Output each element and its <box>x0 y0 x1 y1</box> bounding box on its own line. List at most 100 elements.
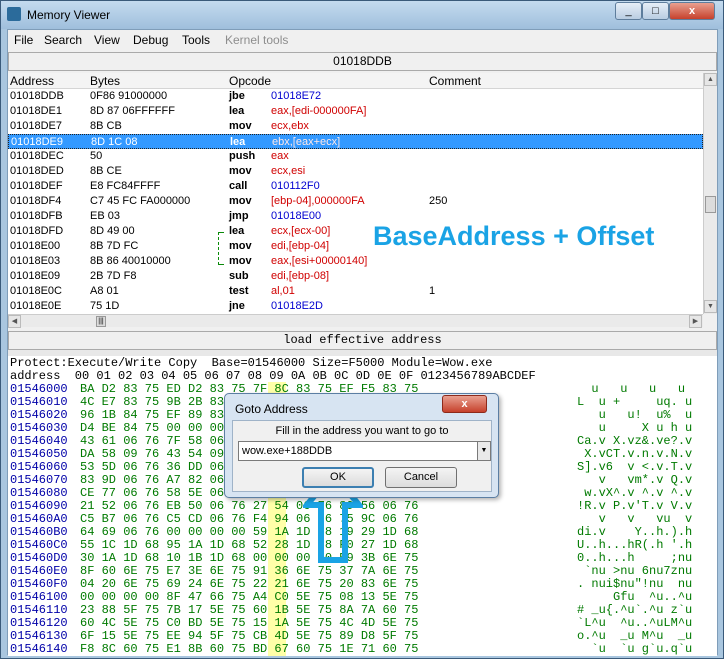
disassembly-list[interactable]: 01018DDB 0F86 91000000 jbe 01018E72 01018DE1… <box>8 89 703 314</box>
row-bytes: C7 45 FC FA000000 <box>90 195 191 207</box>
row-operands: ecx,[ecx-00] <box>271 225 331 237</box>
disasm-row[interactable]: 01018DF4 C7 45 FC FA000000 mov [ebp-04],000… <box>8 194 703 209</box>
scroll-down-icon[interactable]: ▼ <box>704 300 717 313</box>
disasm-row[interactable]: 01018DEC 50 push eax <box>8 149 703 164</box>
row-address: 01018DF4 <box>10 195 62 207</box>
row-operands: eax,[edi-000000FA] <box>271 105 367 117</box>
disasm-row[interactable]: 01018DEF E8 FC84FFFF call 010112F0 <box>8 179 703 194</box>
row-opcode: push <box>229 150 256 162</box>
row-operands: al,01 <box>271 285 295 297</box>
row-opcode: test <box>229 285 249 297</box>
row-opcode: mov <box>229 195 252 207</box>
dialog-close-button[interactable]: x <box>442 395 487 413</box>
hex-row-address: 01546140 <box>10 642 68 656</box>
disasm-row[interactable]: 01018DE1 8D 87 06FFFFFF lea eax,[edi-000000… <box>8 104 703 119</box>
disasm-row[interactable]: 01018DED 8B CE mov ecx,esi <box>8 164 703 179</box>
row-operands: eax,[esi+00000140] <box>271 255 368 267</box>
menu-debug[interactable]: Debug <box>133 33 168 47</box>
grip-icon: ||| <box>98 318 104 325</box>
row-opcode: mov <box>229 255 252 267</box>
row-address: 01018DED <box>10 165 64 177</box>
row-comment: 250 <box>429 195 448 207</box>
scroll-left-icon[interactable]: ◀ <box>8 315 21 328</box>
menu-bar: File Search View Debug Tools Kernel tool… <box>8 30 717 50</box>
row-operands: edi,[ebp-08] <box>271 270 330 282</box>
row-address: 01018DEC <box>10 150 64 162</box>
title-bar[interactable]: Memory Viewer _ □ x <box>1 1 723 29</box>
dialog-body: Fill in the address you want to go to wo… <box>232 420 492 492</box>
row-address: 01018DFB <box>10 210 63 222</box>
row-address: 01018E0C <box>10 285 62 297</box>
disasm-row[interactable]: 01018DE7 8B CB mov ecx,ebx <box>8 119 703 134</box>
row-opcode: sub <box>229 270 249 282</box>
dialog-title: Goto Address <box>235 402 308 416</box>
row-bytes: 8B 86 40010000 <box>90 255 171 267</box>
cancel-button[interactable]: Cancel <box>385 467 457 488</box>
disasm-row[interactable]: 01018E03 8B 86 40010000 mov eax,[esi+000001… <box>8 254 703 269</box>
row-address: 01018DE1 <box>10 105 62 117</box>
row-address: 01018E03 <box>10 255 61 267</box>
annotation-text: BaseAddress + Offset <box>373 221 655 251</box>
menu-file[interactable]: File <box>14 33 33 47</box>
row-bytes: A8 01 <box>90 285 119 297</box>
col-comment[interactable]: Comment <box>429 74 481 88</box>
app-icon <box>7 7 21 21</box>
dropdown-arrow-icon[interactable]: ▼ <box>477 441 491 461</box>
scroll-thumb[interactable] <box>705 196 716 213</box>
row-operands: ebx,[eax+ecx] <box>272 136 341 148</box>
disasm-row[interactable]: 01018E0C A8 01 test al,01 1 <box>8 284 703 299</box>
scroll-up-icon[interactable]: ▲ <box>704 73 717 86</box>
col-bytes[interactable]: Bytes <box>90 74 120 88</box>
current-address-bar: 01018DDB <box>8 52 717 71</box>
row-bytes: 8D 87 06FFFFFF <box>90 105 175 117</box>
row-operands: edi,[ebp-04] <box>271 240 330 252</box>
row-operands: 01018E00 <box>271 210 322 222</box>
disasm-horizontal-scrollbar[interactable]: ◀ ||| ▶ <box>8 314 703 328</box>
disasm-row[interactable]: 01018E0E 75 1D jne 01018E2D <box>8 299 703 314</box>
minimize-button[interactable]: _ <box>615 2 642 20</box>
row-address: 01018DEF <box>10 180 63 192</box>
goto-address-dialog: Goto Address x Fill in the address you w… <box>224 393 499 498</box>
menu-kernel-tools[interactable]: Kernel tools <box>225 33 288 47</box>
col-opcode[interactable]: Opcode <box>229 74 271 88</box>
row-operands: 010112F0 <box>271 180 320 192</box>
hex-row-ascii: `u `u g`u.q`u <box>577 642 693 656</box>
row-opcode: mov <box>229 240 252 252</box>
row-bytes: 8D 1C 08 <box>91 136 138 148</box>
row-address: 01018DDB <box>10 90 64 102</box>
row-bytes: 0F86 91000000 <box>90 90 168 102</box>
row-operands: ecx,esi <box>271 165 306 177</box>
disasm-row[interactable]: 01018E09 2B 7D F8 sub edi,[ebp-08] <box>8 269 703 284</box>
row-opcode: call <box>229 180 248 192</box>
disasm-row[interactable]: 01018DDB 0F86 91000000 jbe 01018E72 <box>8 89 703 104</box>
row-operands: ecx,ebx <box>271 120 309 132</box>
disasm-row[interactable]: 01018DE9 8D 1C 08 lea ebx,[eax+ecx] <box>8 134 703 149</box>
row-address: 01018DE9 <box>11 136 63 148</box>
hscroll-thumb[interactable]: ||| <box>96 316 106 327</box>
row-bytes: 8B CB <box>90 120 122 132</box>
disasm-header: Address Bytes Opcode Comment <box>8 73 703 89</box>
disasm-vertical-scrollbar[interactable]: ▲ ▼ <box>703 73 717 314</box>
row-opcode: lea <box>229 105 245 117</box>
menu-tools[interactable]: Tools <box>182 33 210 47</box>
row-operands: eax <box>271 150 289 162</box>
close-button[interactable]: x <box>669 2 715 20</box>
scroll-right-icon[interactable]: ▶ <box>689 315 702 328</box>
menu-search[interactable]: Search <box>44 33 82 47</box>
row-bytes: EB 03 <box>90 210 120 222</box>
row-address: 01018E0E <box>10 300 62 312</box>
address-input[interactable]: wow.exe+188DDB <box>238 441 478 461</box>
col-address[interactable]: Address <box>10 74 54 88</box>
memory-viewer-window: Memory Viewer _ □ x File Search View Deb… <box>0 0 724 659</box>
row-address: 01018E09 <box>10 270 61 282</box>
menu-view[interactable]: View <box>94 33 120 47</box>
row-opcode: lea <box>229 225 245 237</box>
maximize-button[interactable]: □ <box>642 2 669 20</box>
row-opcode: mov <box>229 120 252 132</box>
row-opcode: mov <box>229 165 252 177</box>
window-title: Memory Viewer <box>27 8 111 22</box>
ok-button[interactable]: OK <box>302 467 374 488</box>
row-opcode: lea <box>230 136 246 148</box>
row-bytes: 75 1D <box>90 300 120 312</box>
row-bytes: 2B 7D F8 <box>90 270 137 282</box>
